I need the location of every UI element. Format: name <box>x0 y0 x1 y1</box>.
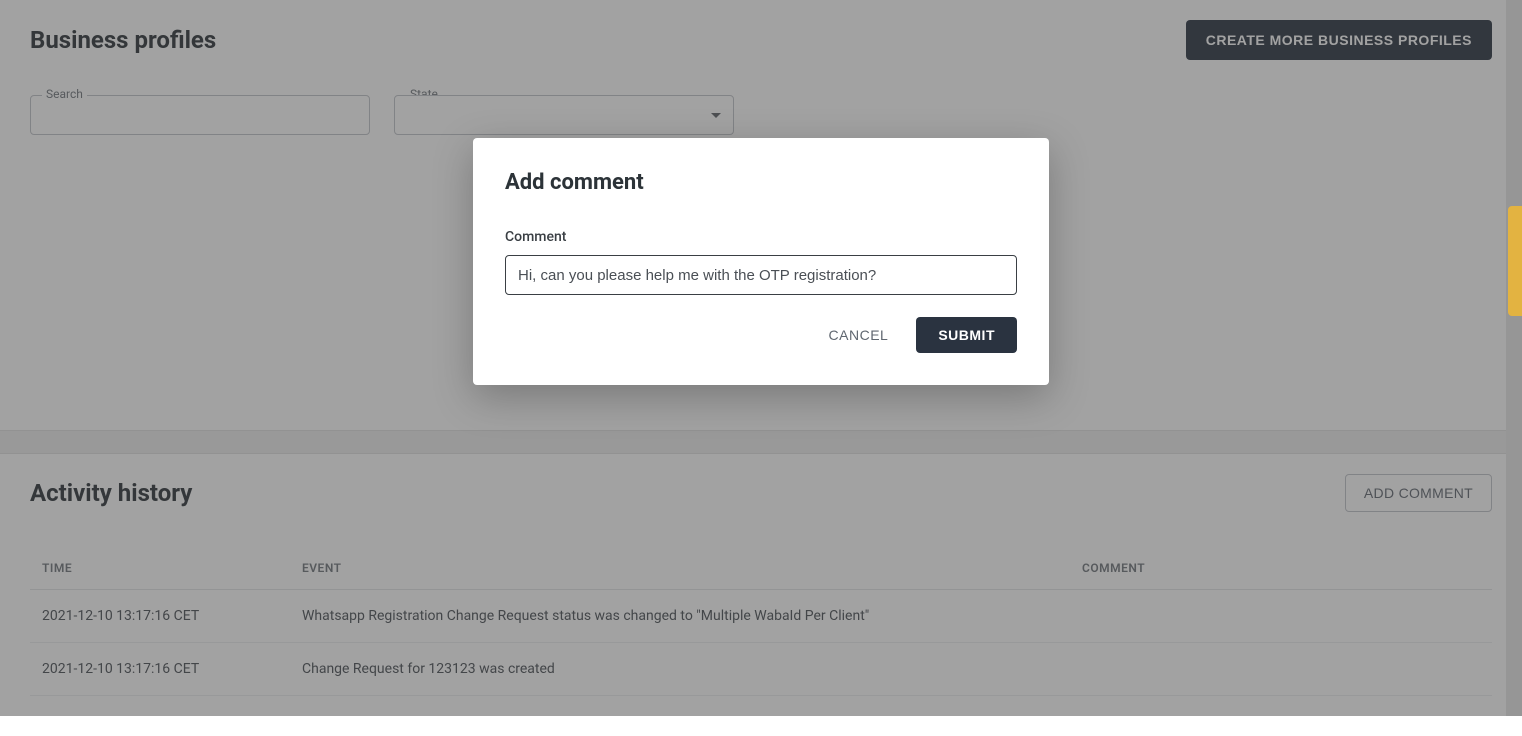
comment-field-label: Comment <box>505 229 1017 245</box>
modal-title: Add comment <box>505 170 1017 195</box>
comment-input[interactable] <box>505 255 1017 295</box>
modal-backdrop[interactable]: Add comment Comment CANCEL SUBMIT <box>0 0 1522 716</box>
submit-button[interactable]: SUBMIT <box>916 317 1017 353</box>
add-comment-modal: Add comment Comment CANCEL SUBMIT <box>473 138 1049 385</box>
cancel-button[interactable]: CANCEL <box>811 317 907 353</box>
side-help-tab[interactable] <box>1508 206 1522 316</box>
